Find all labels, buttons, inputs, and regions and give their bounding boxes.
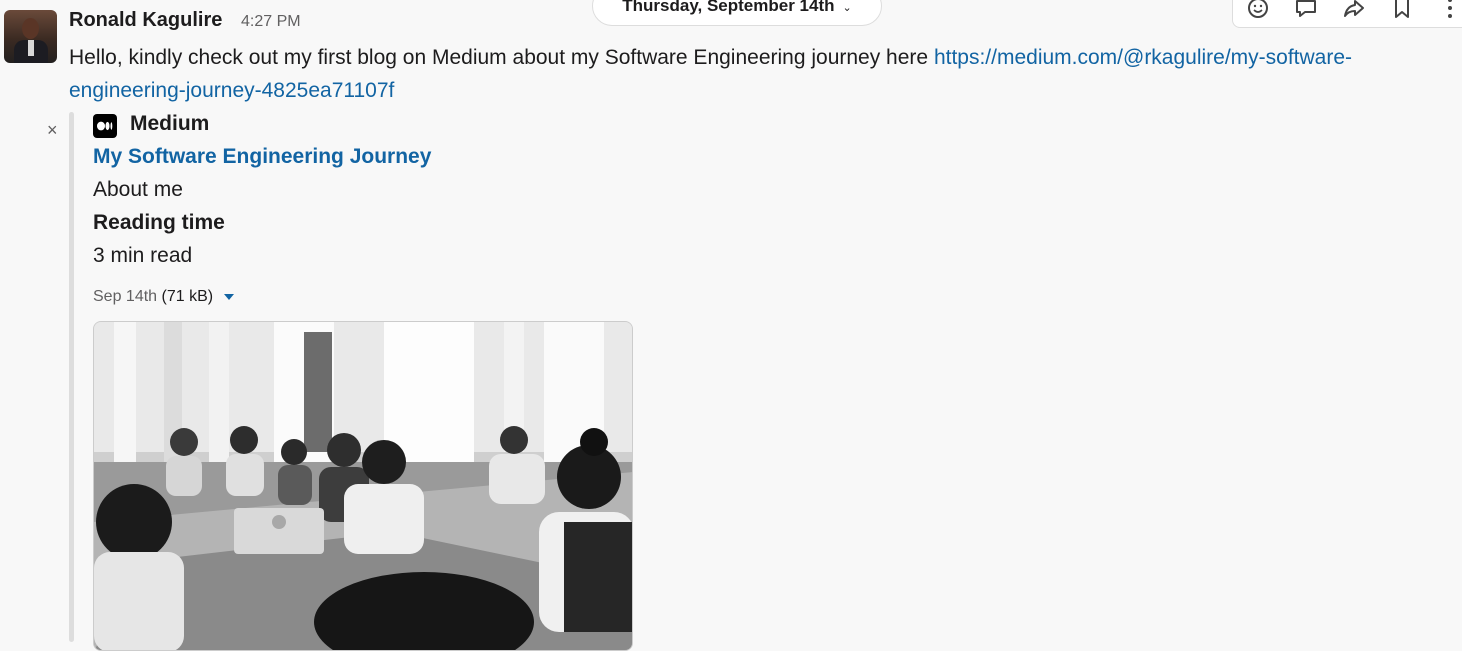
unfurl-preview-image[interactable] xyxy=(93,321,633,651)
unfurl-site-name: Medium xyxy=(130,112,210,135)
unfurl-description: About me xyxy=(93,178,183,201)
classroom-photo xyxy=(94,322,632,650)
chevron-down-icon: ⌄ xyxy=(842,1,852,14)
reply-in-thread-icon[interactable] xyxy=(1293,0,1319,21)
medium-logo-icon xyxy=(93,114,117,138)
message-actions-toolbar xyxy=(1232,0,1462,28)
avatar-shirt xyxy=(28,40,34,56)
bookmark-icon[interactable] xyxy=(1389,0,1415,21)
chevron-down-icon[interactable] xyxy=(223,293,234,300)
emoji-reaction-icon[interactable] xyxy=(1245,0,1271,21)
file-meta: Sep 14th (71 kB) xyxy=(93,288,234,306)
share-message-icon[interactable] xyxy=(1341,0,1367,21)
file-date: Sep 14th xyxy=(93,288,158,305)
message-timestamp[interactable]: 4:27 PM xyxy=(241,13,301,31)
sender-name[interactable]: Ronald Kagulire xyxy=(69,9,222,32)
avatar-face xyxy=(22,18,39,39)
more-actions-icon[interactable] xyxy=(1437,0,1462,21)
date-divider-button[interactable]: Thursday, September 14th ⌄ xyxy=(592,0,882,26)
avatar[interactable] xyxy=(4,10,57,63)
unfurl-field-label: Reading time xyxy=(93,211,225,234)
unfurl-field-value: 3 min read xyxy=(93,244,193,267)
unfurl-left-bar xyxy=(69,112,74,642)
unfurl-title-link[interactable]: My Software Engineering Journey xyxy=(93,145,431,169)
message-text: Hello, kindly check out my first blog on… xyxy=(69,41,1459,107)
date-label: Thursday, September 14th xyxy=(622,0,835,15)
close-icon[interactable]: × xyxy=(47,120,58,141)
file-size: (71 kB) xyxy=(161,288,214,305)
message-body: Hello, kindly check out my first blog on… xyxy=(69,46,934,69)
